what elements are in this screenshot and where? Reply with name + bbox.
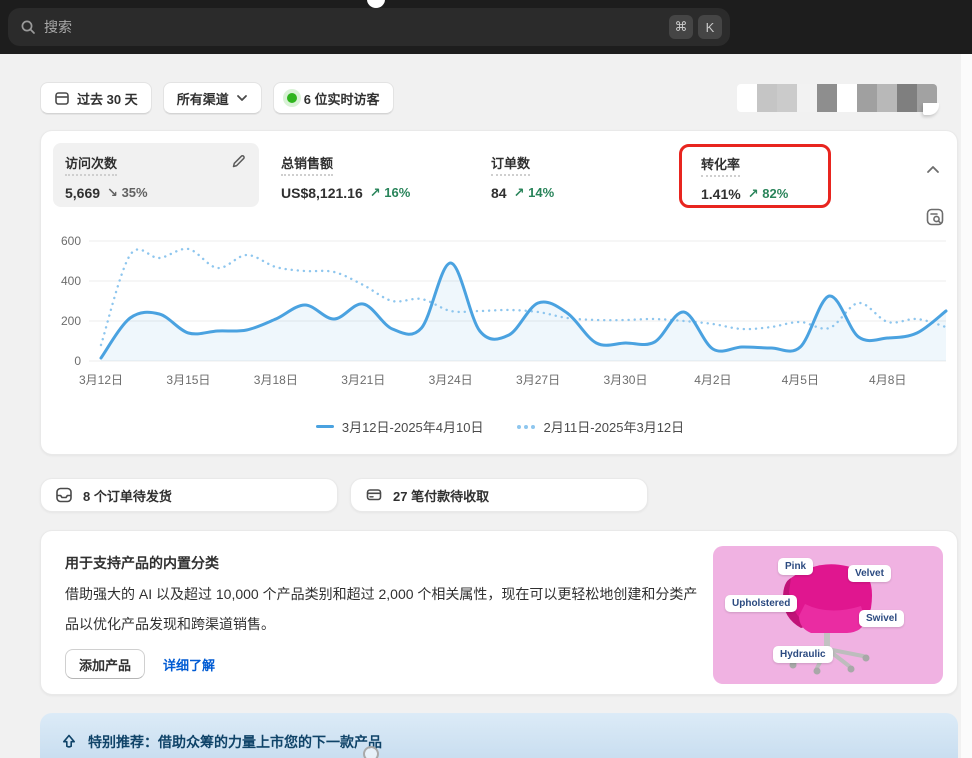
pencil-icon[interactable]	[230, 153, 247, 170]
analytics-card: 访问次数 5,669 ↘ 35% 总销售额 US$8,121.16 ↗ 16% …	[40, 130, 958, 455]
metric-sessions-label: 访问次数	[65, 153, 118, 176]
legend-previous-label: 2月11日-2025年3月12日	[543, 420, 685, 435]
metric-sales-label: 总销售额	[281, 153, 334, 176]
top-bar: 搜索 ⌘ K	[0, 0, 972, 54]
trend-up-arrow-icon: ↗	[369, 185, 381, 200]
orders-to-fulfill-label: 8 个订单待发货	[83, 488, 172, 504]
product-taxonomy-card: 用于支持产品的内置分类 借助强大的 AI 以及超过 10,000 个产品类别和超…	[40, 530, 958, 695]
tag-swivel: Swivel	[859, 610, 905, 627]
orders-to-fulfill-button[interactable]: 8 个订单待发货	[40, 478, 338, 512]
promo-banner-text: 特别推荐：借助众筹的力量上市您的下一款产品	[88, 734, 382, 750]
channel-select-button[interactable]: 所有渠道	[162, 82, 262, 114]
metric-sales-value: US$8,121.16	[281, 185, 363, 201]
svg-text:200: 200	[61, 314, 81, 328]
svg-text:3月30日: 3月30日	[603, 373, 647, 387]
legend-previous-period: 2月11日-2025年3月12日	[517, 417, 684, 436]
payments-card-icon	[365, 486, 383, 504]
product-card-title: 用于支持产品的内置分类	[65, 555, 219, 571]
shopify-dashboard: 搜索 ⌘ K 过去 30 天 所有渠道 6 位实时访客 访问次数 5,669 ↘…	[0, 0, 972, 758]
chair-illustration-panel: Pink Velvet Upholstered Swivel Hydraulic	[713, 546, 943, 684]
metric-conversion-label: 转化率	[701, 154, 741, 177]
metric-sales-delta: 16%	[384, 185, 411, 200]
trend-up-arrow-icon: ↗	[513, 185, 525, 200]
sticker-curl	[923, 103, 939, 115]
live-visitors-label: 6 位实时访客	[303, 91, 380, 107]
cursor-highlight-ring	[363, 746, 379, 758]
metric-orders-label: 订单数	[491, 153, 531, 176]
metric-total-sales[interactable]: 总销售额 US$8,121.16 ↗ 16%	[281, 153, 410, 201]
metric-orders-value: 84	[491, 185, 507, 201]
cmd-key-badge: ⌘	[669, 15, 693, 39]
solid-line-swatch-icon	[315, 425, 334, 428]
svg-text:3月12日: 3月12日	[79, 373, 123, 387]
svg-text:4月8日: 4月8日	[869, 373, 906, 387]
svg-text:3月15日: 3月15日	[166, 373, 210, 387]
dotted-line-swatch-icon	[517, 424, 536, 429]
date-range-label: 过去 30 天	[77, 91, 138, 107]
pink-chair-illustration	[783, 564, 872, 675]
chevron-up-collapse-icon[interactable]	[925, 164, 941, 176]
trend-up-arrow-icon: ↗	[747, 186, 759, 201]
search-placeholder: 搜索	[44, 19, 72, 35]
svg-text:400: 400	[61, 274, 81, 288]
calendar-icon	[54, 90, 70, 106]
trend-down-arrow-icon: ↘	[107, 185, 118, 200]
search-input[interactable]: 搜索 ⌘ K	[8, 8, 730, 46]
live-visitors-dot-icon	[286, 93, 297, 103]
tag-velvet: Velvet	[848, 565, 891, 582]
payments-to-capture-label: 27 笔付款待收取	[393, 488, 490, 504]
date-range-button[interactable]: 过去 30 天	[40, 82, 152, 114]
filter-row: 过去 30 天 所有渠道 6 位实时访客	[40, 82, 394, 114]
search-icon	[20, 19, 36, 35]
view-report-icon[interactable]	[925, 207, 945, 227]
add-product-button[interactable]: 添加产品	[65, 649, 146, 679]
svg-text:3月27日: 3月27日	[516, 373, 560, 387]
tag-pink: Pink	[778, 558, 814, 575]
redacted-store-name	[737, 84, 937, 112]
learn-more-link[interactable]: 详细了解	[163, 655, 215, 674]
chevron-down-icon	[236, 92, 248, 104]
channel-label: 所有渠道	[176, 91, 229, 107]
svg-text:3月18日: 3月18日	[254, 373, 298, 387]
sessions-trend-chart[interactable]: 0 200 400 600 3月12日 3月15日 3月18日 3月21日 3月24日 3月27日…	[41, 226, 959, 396]
product-card-body: 借助强大的 AI 以及超过 10,000 个产品类别和超过 2,000 个相关属…	[65, 586, 698, 632]
svg-text:4月5日: 4月5日	[782, 373, 819, 387]
tag-hydraulic: Hydraulic	[773, 646, 833, 663]
metric-sessions-delta: 35%	[121, 185, 148, 200]
right-edge-strip	[961, 54, 972, 758]
svg-text:4月2日: 4月2日	[694, 373, 731, 387]
metric-conversion-value: 1.41%	[701, 186, 741, 202]
orders-inbox-icon	[55, 486, 73, 504]
svg-text:600: 600	[61, 234, 81, 248]
launch-up-arrow-icon	[60, 733, 78, 751]
legend-current-label: 3月12日-2025年4月10日	[341, 420, 484, 435]
tag-upholstered: Upholstered	[725, 595, 798, 612]
chart-legend: 3月12日-2025年4月10日 2月11日-2025年3月12日	[41, 417, 959, 436]
svg-text:3月24日: 3月24日	[429, 373, 473, 387]
k-key-badge: K	[698, 15, 722, 39]
promo-banner[interactable]: 特别推荐：借助众筹的力量上市您的下一款产品	[40, 713, 958, 758]
metric-orders[interactable]: 订单数 84 ↗ 14%	[491, 153, 554, 201]
metric-conversion-delta: 82%	[762, 186, 789, 201]
metric-conversion-annotated[interactable]: 转化率 1.41% ↗ 82%	[679, 144, 831, 208]
metric-sessions-value: 5,669	[65, 185, 101, 201]
live-visitors-button[interactable]: 6 位实时访客	[272, 82, 394, 114]
svg-text:3月21日: 3月21日	[341, 373, 385, 387]
payments-to-capture-button[interactable]: 27 笔付款待收取	[350, 478, 648, 512]
metric-orders-delta: 14%	[528, 185, 555, 200]
metric-sessions[interactable]: 访问次数 5,669 ↘ 35%	[53, 143, 259, 207]
svg-text:0: 0	[74, 354, 81, 368]
legend-current-period: 3月12日-2025年4月10日	[315, 417, 484, 436]
camera-notch-dot	[367, 0, 385, 8]
